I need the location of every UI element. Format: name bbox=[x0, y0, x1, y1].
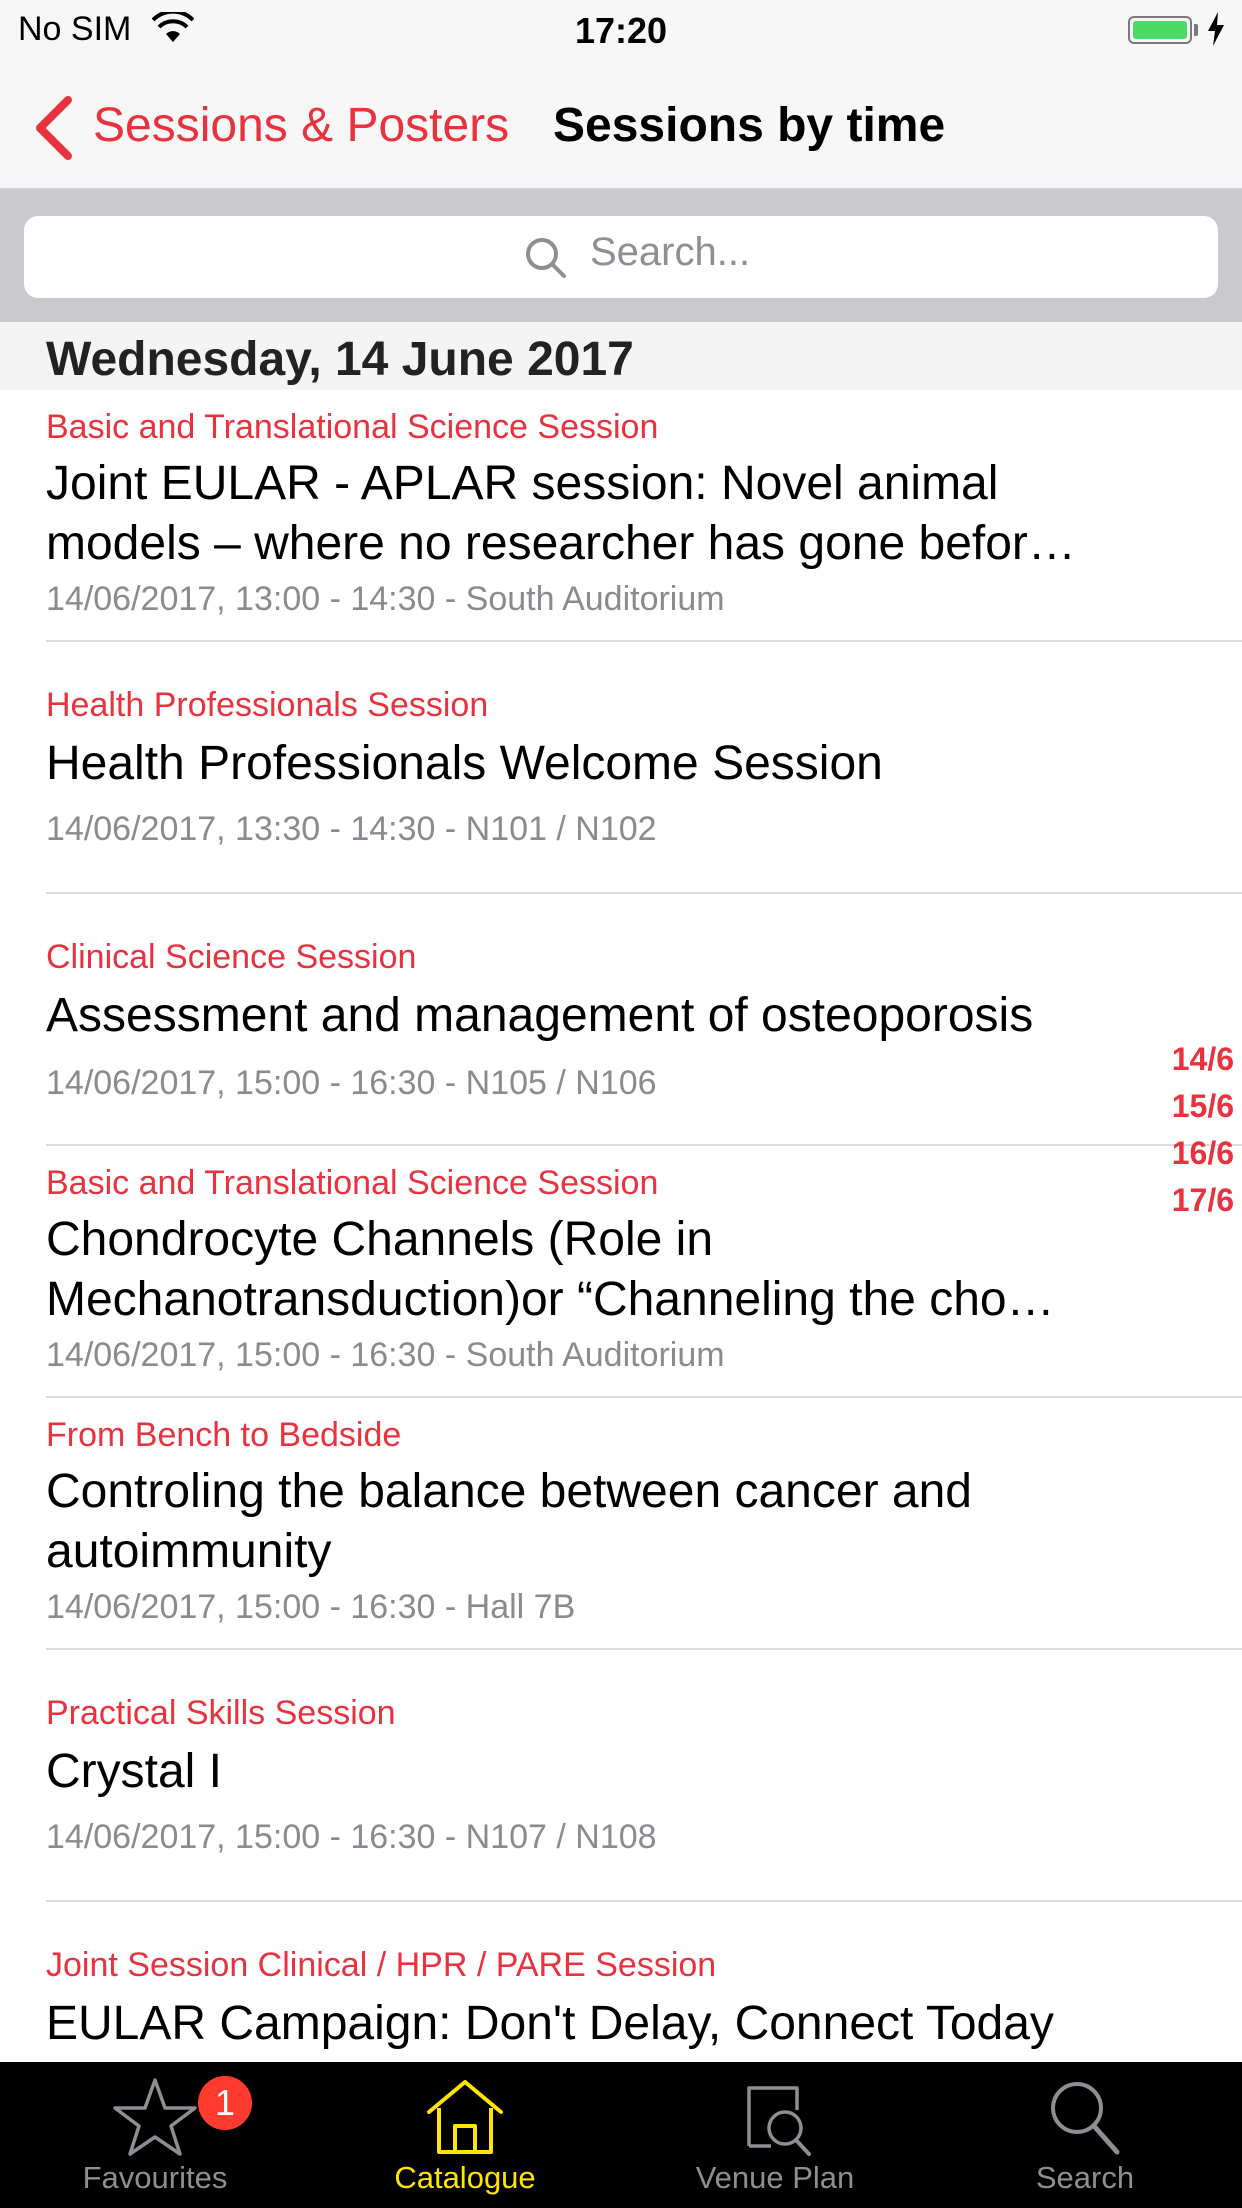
date-index[interactable]: 14/6 15/6 16/6 17/6 bbox=[1150, 1036, 1234, 1224]
tab-label: Venue Plan bbox=[695, 2160, 855, 2195]
favourites-badge: 1 bbox=[198, 2076, 252, 2130]
search-icon bbox=[526, 238, 566, 278]
session-category: Joint Session Clinical / HPR / PARE Sess… bbox=[46, 1946, 717, 1984]
session-meta: 14/06/2017, 13:30 - 14:30 - N101 / N102 bbox=[46, 810, 657, 848]
session-meta: 14/06/2017, 13:00 - 14:30 - South Audito… bbox=[46, 580, 725, 618]
search-bar-container bbox=[0, 190, 1242, 322]
tab-venue-plan[interactable]: Venue Plan bbox=[620, 2062, 930, 2208]
date-index-item[interactable]: 16/6 bbox=[1150, 1130, 1234, 1177]
tab-bar: 1 Favourites Catalogue Venue Plan Search bbox=[0, 2062, 1242, 2208]
session-row[interactable]: Joint Session Clinical / HPR / PARE Sess… bbox=[0, 1902, 1242, 2062]
session-row[interactable]: Practical Skills Session Crystal I 14/06… bbox=[0, 1650, 1242, 1902]
session-title: Assessment and management of osteoporosi… bbox=[46, 989, 1034, 1042]
date-index-item[interactable]: 15/6 bbox=[1150, 1083, 1234, 1130]
tab-label: Search bbox=[1035, 2160, 1135, 2195]
back-chevron-icon[interactable] bbox=[34, 96, 74, 160]
session-title: Controling the balance between cancer an… bbox=[46, 1465, 972, 1578]
search-field[interactable] bbox=[24, 216, 1218, 298]
session-meta: 14/06/2017, 15:00 - 16:30 - Hall 7B bbox=[46, 1588, 576, 1626]
session-category: Basic and Translational Science Session bbox=[46, 1164, 659, 1202]
battery-tip bbox=[1194, 24, 1198, 36]
session-category: Basic and Translational Science Session bbox=[46, 408, 659, 446]
page-title: Sessions by time bbox=[553, 99, 946, 152]
session-meta: 14/06/2017, 15:00 - 16:30 - South Audito… bbox=[46, 1336, 725, 1374]
venue-map-icon bbox=[747, 2086, 811, 2156]
session-row[interactable]: Basic and Translational Science Session … bbox=[0, 1146, 1242, 1398]
session-row[interactable]: From Bench to Bedside Controling the bal… bbox=[0, 1398, 1242, 1650]
session-meta: 14/06/2017, 15:00 - 16:30 - N107 / N108 bbox=[46, 1818, 657, 1856]
date-index-item[interactable]: 14/6 bbox=[1150, 1036, 1234, 1083]
session-title: Joint EULAR - APLAR session: Novel anima… bbox=[46, 457, 1076, 570]
session-category: Health Professionals Session bbox=[46, 686, 489, 724]
charging-bolt-icon bbox=[1208, 12, 1224, 46]
session-title: EULAR Campaign: Don't Delay, Connect Tod… bbox=[46, 1997, 1054, 2050]
session-meta: 14/06/2017, 15:00 - 16:30 - N105 / N106 bbox=[46, 1064, 657, 1102]
session-title: Crystal I bbox=[46, 1745, 223, 1798]
session-list[interactable]: Basic and Translational Science Session … bbox=[0, 390, 1242, 2062]
session-category: From Bench to Bedside bbox=[46, 1416, 402, 1454]
session-row[interactable]: Clinical Science Session Assessment and … bbox=[0, 894, 1242, 1146]
session-row[interactable]: Basic and Translational Science Session … bbox=[0, 390, 1242, 642]
date-index-item[interactable]: 17/6 bbox=[1150, 1177, 1234, 1224]
tab-search[interactable]: Search bbox=[930, 2062, 1240, 2208]
tab-catalogue[interactable]: Catalogue bbox=[310, 2062, 620, 2208]
navigation-bar: Sessions & Posters Sessions by time bbox=[0, 62, 1242, 190]
session-title: Health Professionals Welcome Session bbox=[46, 737, 883, 790]
star-icon bbox=[113, 2078, 197, 2156]
session-category: Practical Skills Session bbox=[46, 1694, 396, 1732]
tab-label: Favourites bbox=[82, 2160, 228, 2195]
session-row[interactable]: Health Professionals Session Health Prof… bbox=[0, 642, 1242, 894]
tab-label: Catalogue bbox=[394, 2160, 536, 2195]
search-icon bbox=[1051, 2082, 1120, 2155]
status-bar: No SIM 17:20 bbox=[0, 0, 1242, 62]
battery-icon bbox=[1128, 16, 1192, 44]
clock: 17:20 bbox=[574, 10, 668, 51]
section-header: Wednesday, 14 June 2017 bbox=[0, 322, 1242, 390]
home-icon bbox=[427, 2080, 503, 2154]
session-category: Clinical Science Session bbox=[46, 938, 417, 976]
search-input[interactable] bbox=[590, 230, 990, 275]
section-date-title: Wednesday, 14 June 2017 bbox=[46, 333, 634, 386]
session-title: Chondrocyte Channels (Role in Mechanotra… bbox=[46, 1213, 1055, 1326]
back-button[interactable]: Sessions & Posters bbox=[93, 98, 509, 153]
tab-favourites[interactable]: 1 Favourites bbox=[0, 2062, 310, 2208]
